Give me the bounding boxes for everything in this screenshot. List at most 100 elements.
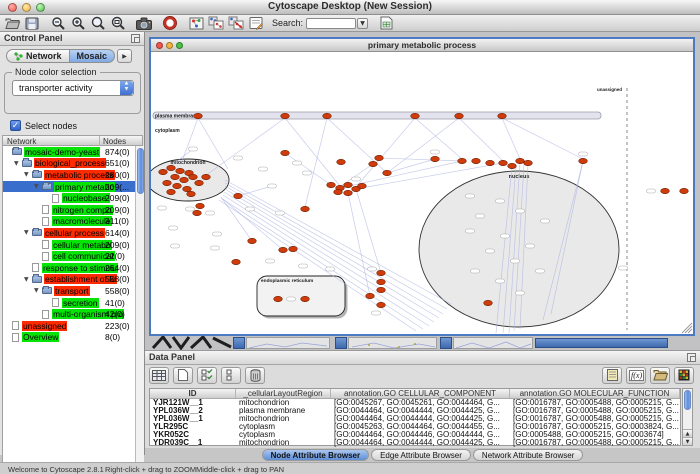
node-label-capsule[interactable] (496, 279, 505, 283)
network-node[interactable] (202, 174, 211, 179)
network-edge[interactable] (238, 186, 272, 196)
network-node[interactable] (279, 247, 288, 252)
tab-node-attribute-browser[interactable]: Node Attribute Browser (262, 449, 370, 461)
tree-row[interactable]: macromolecule311(0) (3, 216, 142, 228)
region-plasma-membrane[interactable] (153, 112, 601, 119)
select-nodes-checkbox[interactable]: ✓ (10, 120, 21, 131)
network-node[interactable] (234, 193, 243, 198)
network-node[interactable] (281, 113, 290, 118)
network-node[interactable] (344, 182, 353, 187)
network-edge[interactable] (205, 118, 285, 176)
zoom-out-icon[interactable] (50, 16, 66, 31)
network-node[interactable] (498, 113, 507, 118)
node-label-capsule[interactable] (189, 147, 198, 151)
table-row[interactable]: YJR121W__1mitochondrion[GO:0045267, GO:0… (150, 399, 680, 407)
network-node[interactable] (524, 160, 533, 165)
network-node[interactable] (159, 169, 168, 174)
create-view-icon[interactable] (208, 16, 224, 31)
node-label-capsule[interactable] (486, 249, 495, 253)
import-table-icon[interactable] (378, 16, 394, 31)
float-panel-icon[interactable] (131, 34, 140, 43)
tree-item-label[interactable]: mosaic-demo-yeast (24, 147, 100, 157)
network-node[interactable] (289, 246, 298, 251)
network-node[interactable] (167, 165, 176, 170)
node-label-capsule[interactable] (501, 234, 510, 238)
node-label-capsule[interactable] (246, 207, 255, 211)
tree-scrollbar[interactable] (135, 146, 144, 474)
tree-row[interactable]: cell communicat22(0) (3, 250, 142, 262)
network-node[interactable] (171, 174, 180, 179)
tree-row[interactable]: ▼metabolic process280(0) (3, 169, 142, 181)
node-label-capsule[interactable] (579, 152, 588, 156)
network-node[interactable] (193, 210, 202, 215)
zoom-selected-icon[interactable] (90, 16, 106, 31)
node-label-capsule[interactable] (266, 259, 275, 263)
network-node[interactable] (180, 177, 189, 182)
network-edge[interactable] (387, 159, 435, 173)
tree-item-label[interactable]: cellular process (44, 228, 105, 238)
network-node[interactable] (383, 170, 392, 175)
network-node[interactable] (189, 174, 198, 179)
tree-expand-icon[interactable]: ▼ (24, 229, 32, 236)
network-node[interactable] (369, 161, 378, 166)
snapshot-icon[interactable] (136, 16, 152, 31)
tree-row[interactable]: Overview8(0) (3, 332, 142, 344)
table-row[interactable]: YPL036W__2plasma membrane[GO:0044464, GO… (150, 407, 680, 415)
heatmap-icon[interactable] (674, 367, 694, 384)
table-scrollbar-thumb[interactable] (684, 390, 691, 410)
node-label-capsule[interactable] (206, 211, 215, 215)
background-window-corner[interactable] (335, 337, 347, 349)
node-label-capsule[interactable] (372, 311, 381, 315)
tree-item-label[interactable]: unassigned (22, 321, 67, 331)
save-icon[interactable] (24, 16, 40, 31)
tree-row[interactable]: ▼transport558(0) (3, 285, 142, 297)
node-label-capsule[interactable] (536, 269, 545, 273)
node-label-capsule[interactable] (541, 219, 550, 223)
network-node[interactable] (455, 113, 464, 118)
new-attribute-icon[interactable] (173, 367, 193, 384)
network-node[interactable] (472, 158, 481, 163)
node-label-capsule[interactable] (471, 269, 480, 273)
scroll-down-icon[interactable]: ▼ (683, 437, 692, 445)
node-label-capsule[interactable] (431, 150, 440, 154)
network-node[interactable] (411, 113, 420, 118)
tree-column-network[interactable]: Network (7, 137, 36, 146)
network-node[interactable] (680, 188, 689, 193)
network-edge[interactable] (379, 158, 462, 161)
network-graph[interactable]: plasma membranecytoplasmmitochondrionnuc… (151, 52, 693, 334)
network-node[interactable] (579, 158, 588, 163)
network-node[interactable] (232, 259, 241, 264)
tab-edge-attribute-browser[interactable]: Edge Attribute Browser (371, 449, 471, 461)
tree-row[interactable]: ▼establishment of lo558(0) (3, 274, 142, 286)
table-column-header[interactable]: ID (150, 389, 236, 398)
tab-overflow-button[interactable]: ▶ (117, 49, 132, 63)
table-column-header[interactable]: _cellularLayoutRegion (236, 389, 331, 398)
node-label-capsule[interactable] (276, 211, 285, 215)
network-node[interactable] (377, 279, 386, 284)
network-node[interactable] (516, 158, 525, 163)
network-node[interactable] (499, 160, 508, 165)
network-node[interactable] (187, 191, 196, 196)
network-edge[interactable] (181, 118, 198, 164)
node-label-capsule[interactable] (213, 232, 222, 236)
open-file-icon[interactable] (4, 16, 20, 31)
tab-network[interactable]: Network (6, 49, 70, 63)
table-row[interactable]: YDR039C__1mitochondrion[GO:0044464, GO:0… (150, 439, 680, 447)
tree-row[interactable]: response to stimulu264(0) (3, 262, 142, 274)
scroll-up-icon[interactable]: ▲ (683, 429, 692, 437)
node-label-capsule[interactable] (516, 209, 525, 213)
node-label-capsule[interactable] (234, 156, 243, 160)
tree-item-label[interactable]: cellular metabo (52, 240, 112, 250)
node-label-capsule[interactable] (169, 226, 178, 230)
background-window-edge[interactable] (453, 337, 533, 349)
network-canvas[interactable]: plasma membranecytoplasmmitochondrionnuc… (151, 52, 693, 334)
network-node[interactable] (377, 287, 386, 292)
table-row[interactable]: YKR052Ccytoplasm[GO:0044464, GO:0044446,… (150, 431, 680, 439)
node-label-capsule[interactable] (511, 259, 520, 263)
network-edge[interactable] (502, 118, 583, 159)
network-node[interactable] (301, 206, 310, 211)
tree-row[interactable]: unassigned223(0) (3, 320, 142, 332)
tree-item-label[interactable]: nucleobase- (62, 193, 110, 203)
node-label-capsule[interactable] (619, 266, 628, 270)
tree-row[interactable]: cellular metabo209(0) (3, 239, 142, 251)
